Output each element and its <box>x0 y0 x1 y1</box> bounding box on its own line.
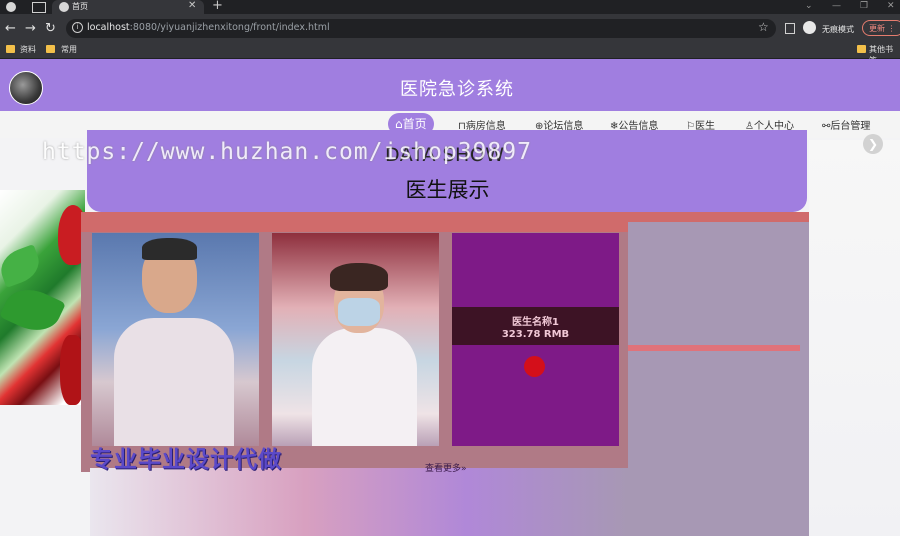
doctor-photo-mask <box>338 298 380 326</box>
site-info-icon[interactable]: i <box>72 22 83 33</box>
carousel-next-icon[interactable]: ❯ <box>863 134 883 154</box>
mouse-cursor-highlight <box>524 356 545 377</box>
watermark-url: https://www.huzhan.com/ishop39897 <box>42 139 532 165</box>
bookmarks-bar <box>0 42 900 59</box>
doctor-card-caption[interactable]: 医生名称1 323.78 RMB <box>452 307 619 345</box>
bookmark-item[interactable]: 资料 <box>20 44 36 55</box>
double-chevron-right-icon: » <box>461 464 467 474</box>
view-more-button[interactable]: 查看更多» <box>425 461 467 474</box>
card-accent-line <box>628 345 800 351</box>
doctor-card[interactable] <box>272 233 439 446</box>
section-title: 医生展示 <box>405 178 490 202</box>
tab-title: 首页 <box>72 2 88 11</box>
site-title: 医院急诊系统 <box>400 79 514 100</box>
doctor-photo-hair <box>142 238 197 260</box>
minimize-icon[interactable]: — <box>832 1 841 11</box>
folder-icon <box>46 45 55 53</box>
side-panel-icon[interactable] <box>785 23 795 34</box>
tab-group-icon[interactable] <box>32 2 46 13</box>
folder-icon <box>857 45 866 53</box>
update-button[interactable]: 更新 ⋮ <box>862 20 900 36</box>
close-window-icon[interactable]: ✕ <box>887 1 895 11</box>
doctor-name: 医生名称1 <box>512 317 559 328</box>
new-tab-icon[interactable]: + <box>212 0 223 13</box>
tab-close-icon[interactable]: ✕ <box>188 0 196 11</box>
back-icon[interactable]: ← <box>5 21 16 36</box>
doctor-card-partial[interactable] <box>628 222 809 536</box>
nav-admin[interactable]: ⚯后台管理 <box>822 117 870 132</box>
restore-icon[interactable]: ❐ <box>860 1 868 11</box>
forward-icon[interactable]: → <box>25 21 36 36</box>
doctor-card[interactable] <box>92 233 259 446</box>
tab-favicon-icon <box>59 2 69 12</box>
doctor-photo-hair <box>330 263 388 291</box>
browser-menu-icon[interactable] <box>6 2 16 12</box>
ad-overlay-text: 专业毕业设计代做 <box>90 447 282 473</box>
bookmark-item[interactable]: 常用 <box>61 44 77 55</box>
bookmark-star-icon[interactable]: ☆ <box>758 20 769 34</box>
folder-icon <box>6 45 15 53</box>
doctor-photo-body <box>114 318 234 446</box>
chevron-down-icon[interactable]: ⌄ <box>805 1 813 11</box>
url-text: localhost:8080/yiyuanjizhenxitong/front/… <box>87 22 330 33</box>
bottom-background <box>90 468 628 536</box>
doctor-photo-body <box>312 328 417 446</box>
doctor-price: 323.78 RMB <box>501 329 570 340</box>
reload-icon[interactable]: ↻ <box>45 21 56 36</box>
home-icon: ⌂ <box>395 117 403 131</box>
incognito-label: 无痕模式 <box>822 25 854 34</box>
incognito-icon[interactable] <box>803 21 816 34</box>
